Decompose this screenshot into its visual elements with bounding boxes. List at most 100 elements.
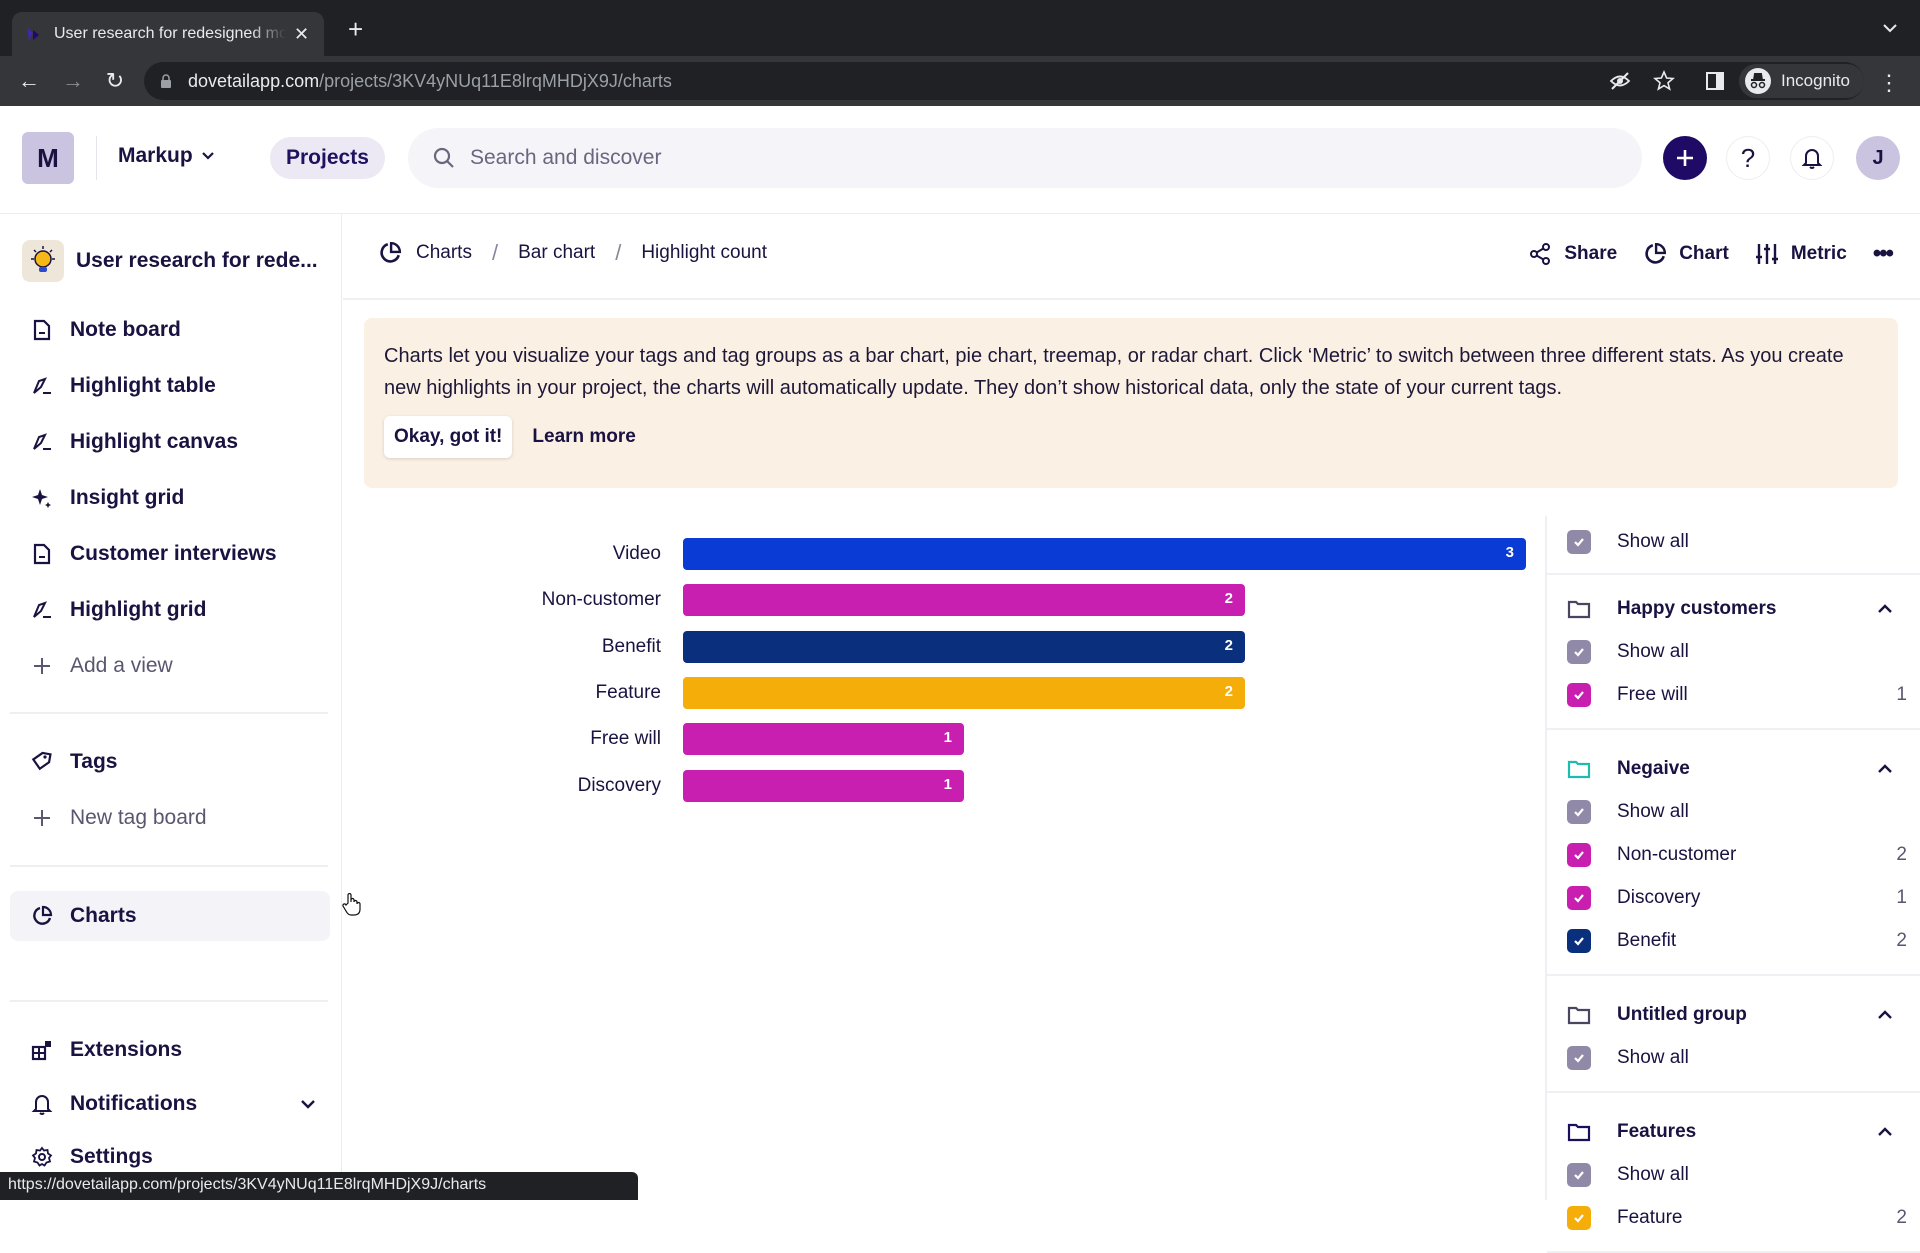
new-tag-board-button[interactable]: New tag board (10, 795, 330, 841)
sidebar-item-highlight-grid[interactable]: Highlight grid (10, 587, 330, 633)
checkbox-checked-icon[interactable] (1567, 929, 1591, 953)
tag-group-header[interactable]: Happy customers (1567, 594, 1907, 624)
bar-value-label: 2 (1224, 590, 1233, 608)
tag-filter-item[interactable]: Discovery 1 (1567, 883, 1907, 913)
sidebar-item-highlight-table[interactable]: Highlight table (10, 363, 330, 409)
lightbulb-icon (22, 240, 64, 282)
breadcrumb-separator: / (491, 240, 499, 265)
group-show-all-toggle[interactable]: Show all (1567, 797, 1907, 827)
tag-filter-item[interactable]: Benefit 2 (1567, 926, 1907, 956)
bar[interactable]: 3 (683, 538, 1526, 570)
add-view-button[interactable]: Add a view (10, 643, 330, 689)
bar-value-label: 2 (1224, 636, 1233, 654)
sidebar-item-label: Notifications (70, 1092, 198, 1115)
tag-filter-item[interactable]: Free will 1 (1567, 680, 1907, 710)
incognito-profile-button[interactable]: Incognito (1739, 64, 1864, 98)
address-bar[interactable]: dovetailapp.com/projects/3KV4yNUq11E8lrq… (144, 62, 1864, 100)
bookmark-star-icon[interactable] (1653, 70, 1675, 92)
user-avatar[interactable]: J (1856, 136, 1900, 180)
bar-label: Discovery (577, 774, 661, 796)
browser-menu-icon[interactable]: ⋮ (1878, 70, 1900, 96)
info-banner: Charts let you visualize your tags and t… (364, 318, 1898, 488)
checkbox-checked-icon[interactable] (1567, 800, 1591, 824)
more-options-button[interactable]: ••• (1872, 240, 1894, 268)
sidebar-item-notifications[interactable]: Notifications (10, 1081, 330, 1127)
sidebar-item-extensions[interactable]: Extensions (10, 1027, 330, 1073)
tag-group-header[interactable]: Negaive (1567, 754, 1907, 784)
checkbox-checked-icon[interactable] (1567, 640, 1591, 664)
tab-title: User research for redesigned mobile app (54, 25, 286, 42)
breadcrumb: Charts / Bar chart / Highlight count (378, 240, 767, 266)
share-button[interactable]: Share (1528, 242, 1617, 266)
sidebar-item-tags[interactable]: Tags (10, 739, 330, 785)
notifications-button[interactable] (1790, 136, 1834, 180)
reload-button[interactable]: ↻ (102, 68, 128, 94)
checkbox-checked-icon[interactable] (1567, 1206, 1591, 1230)
sidebar-item-highlight-canvas[interactable]: Highlight canvas (10, 419, 330, 465)
chevron-down-icon[interactable] (1880, 18, 1900, 38)
sidebar: User research for rede... Note board Hig… (0, 214, 342, 1200)
highlighter-icon (30, 374, 54, 398)
search-input[interactable]: Search and discover (408, 128, 1642, 188)
sidebar-item-note-board[interactable]: Note board (10, 307, 330, 353)
metric-button[interactable]: Metric (1755, 242, 1847, 266)
browser-tab[interactable]: User research for redesigned mobile app … (12, 12, 324, 56)
workspace-switcher[interactable]: Markup (118, 144, 215, 168)
group-show-all-toggle[interactable]: Show all (1567, 1043, 1907, 1073)
show-all-toggle[interactable]: Show all (1567, 527, 1907, 557)
chart-type-button[interactable]: Chart (1643, 242, 1729, 266)
new-tab-button[interactable]: + (348, 14, 363, 45)
bar[interactable]: 1 (683, 769, 964, 802)
create-button[interactable] (1663, 136, 1707, 180)
share-icon (1530, 243, 1551, 265)
header-divider (343, 298, 1920, 300)
tag-filter-item[interactable]: Feature 2 (1567, 1203, 1907, 1233)
tag-group-header[interactable]: Untitled group (1567, 1000, 1907, 1030)
checkbox-checked-icon[interactable] (1567, 1163, 1591, 1187)
checkbox-checked-icon[interactable] (1567, 683, 1591, 707)
checkbox-checked-icon[interactable] (1567, 843, 1591, 867)
back-button[interactable]: ← (16, 68, 42, 94)
chevron-up-icon[interactable] (1877, 604, 1893, 614)
help-button[interactable]: ? (1726, 136, 1770, 180)
sidebar-item-customer-interviews[interactable]: Customer interviews (10, 531, 330, 577)
url-path: /projects/3KV4yNUq11E8lrqMHDjX9J/charts (319, 70, 672, 91)
sliders-icon (1755, 244, 1778, 264)
tag-group-header[interactable]: Features (1567, 1117, 1907, 1147)
bar-chart: Video 3 Non-customer 2 Benefit 2 Feature 2 Free … (343, 520, 1543, 820)
bar[interactable]: 1 (683, 723, 964, 756)
breadcrumb-charts[interactable]: Charts (416, 242, 472, 264)
sidebar-item-label: Insight grid (70, 486, 185, 509)
chevron-up-icon[interactable] (1877, 1010, 1893, 1020)
chevron-up-icon[interactable] (1877, 1127, 1893, 1137)
forward-button[interactable]: → (60, 68, 86, 94)
chevron-up-icon[interactable] (1877, 764, 1893, 774)
ellipsis-icon: ••• (1872, 240, 1894, 267)
group-show-all-toggle[interactable]: Show all (1567, 637, 1907, 667)
dismiss-banner-button[interactable]: Okay, got it! (384, 416, 513, 458)
sidebar-item-charts[interactable]: Charts (10, 891, 330, 941)
sidebar-item-label: Note board (70, 318, 181, 341)
breadcrumb-bar-chart[interactable]: Bar chart (518, 242, 595, 264)
panel-divider (1547, 974, 1920, 976)
sidebar-item-insight-grid[interactable]: Insight grid (10, 475, 330, 521)
bar[interactable]: 2 (683, 676, 1245, 709)
chevron-down-icon[interactable] (300, 1099, 316, 1109)
close-tab-icon[interactable]: ✕ (294, 24, 309, 45)
pie-chart-icon (30, 904, 54, 928)
group-name: Negaive (1617, 758, 1690, 779)
tag-filter-item[interactable]: Non-customer 2 (1567, 840, 1907, 870)
breadcrumb-highlight-count[interactable]: Highlight count (641, 242, 767, 264)
eye-off-icon[interactable] (1609, 70, 1631, 92)
learn-more-link[interactable]: Learn more (532, 426, 635, 448)
side-panel-icon[interactable] (1705, 71, 1725, 91)
group-show-all-toggle[interactable]: Show all (1567, 1160, 1907, 1190)
workspace-badge[interactable]: M (22, 132, 74, 184)
projects-button[interactable]: Projects (270, 137, 385, 179)
checkbox-checked-icon[interactable] (1567, 1046, 1591, 1070)
bar[interactable]: 2 (683, 630, 1245, 663)
project-header[interactable]: User research for rede... (22, 240, 318, 282)
bar[interactable]: 2 (683, 584, 1245, 617)
checkbox-checked-icon[interactable] (1567, 530, 1591, 554)
checkbox-checked-icon[interactable] (1567, 886, 1591, 910)
